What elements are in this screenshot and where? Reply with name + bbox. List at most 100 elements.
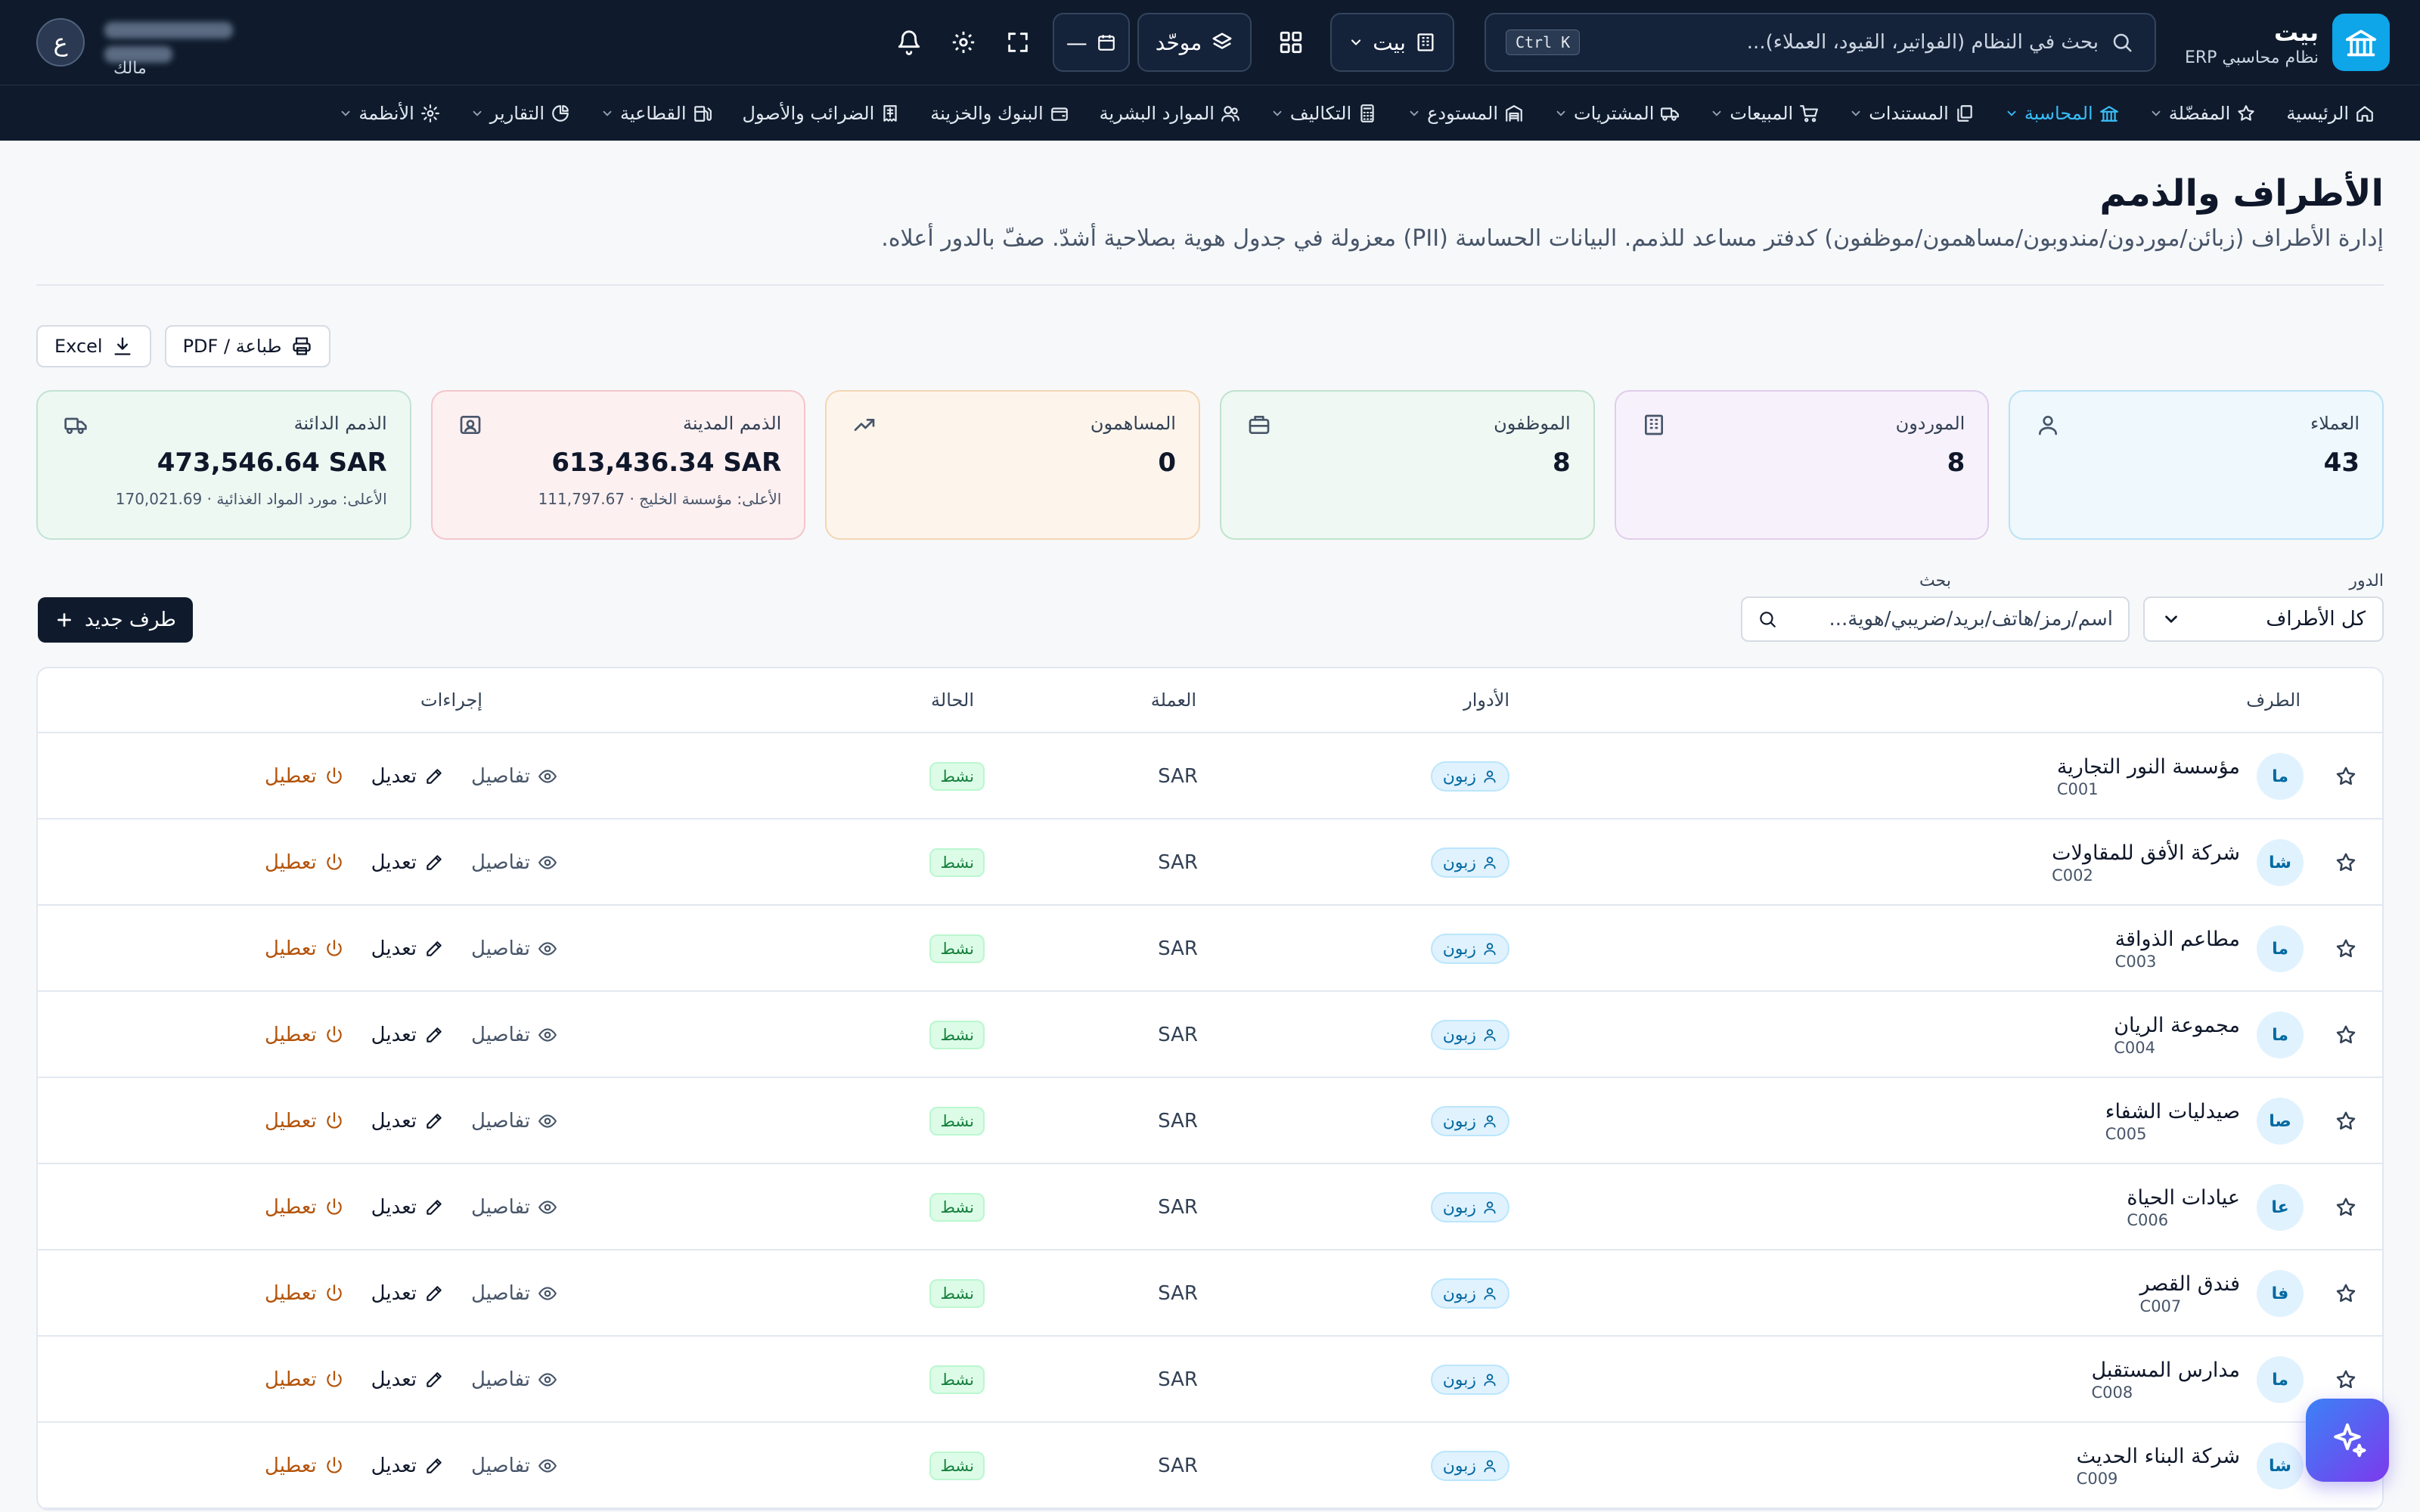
disable-button[interactable]: تعطيل: [265, 1110, 344, 1132]
bell-icon[interactable]: [888, 21, 930, 64]
gear-icon[interactable]: [942, 21, 985, 64]
currency: SAR: [1158, 851, 1198, 874]
party-name[interactable]: فندق القصر: [2140, 1272, 2240, 1296]
table-row[interactable]: صا صيدليات الشفاء C005 زبون SAR نشط تفاصيل تعدي…: [38, 1078, 2382, 1164]
disable-button[interactable]: تعطيل: [265, 1196, 344, 1219]
disable-button[interactable]: تعطيل: [265, 937, 344, 960]
party-name[interactable]: مؤسسة النور التجارية: [2057, 755, 2240, 779]
table-row[interactable]: شا شركة البناء الحديث C009 زبون SAR نشط تفاصيل…: [38, 1423, 2382, 1509]
status-badge: نشط: [929, 1107, 985, 1136]
edit-button[interactable]: تعديل: [371, 1110, 444, 1132]
favorite-star-icon[interactable]: [2329, 733, 2363, 820]
details-button[interactable]: تفاصيل: [471, 1368, 557, 1391]
party-search-field[interactable]: [1741, 596, 2130, 642]
party-name[interactable]: مجموعة الريان: [2114, 1014, 2240, 1037]
party-name[interactable]: صيدليات الشفاء: [2105, 1100, 2240, 1123]
fullscreen-icon[interactable]: [997, 21, 1039, 64]
nav-item-6[interactable]: المستودع: [1392, 85, 1539, 141]
nav-item-4[interactable]: المبيعات: [1695, 85, 1834, 141]
details-button[interactable]: تفاصيل: [471, 1110, 557, 1132]
print-pdf-button[interactable]: طباعة / PDF: [164, 325, 330, 367]
nav-item-10[interactable]: الضرائب والأصول: [728, 85, 916, 141]
table-row[interactable]: ما مؤسسة النور التجارية C001 زبون SAR نشط تفاص…: [38, 733, 2382, 820]
details-button[interactable]: تفاصيل: [471, 851, 557, 874]
star-icon: [2236, 104, 2256, 123]
party-name[interactable]: شركة البناء الحديث: [2077, 1445, 2240, 1468]
edit-button[interactable]: تعديل: [371, 1196, 444, 1219]
new-party-button[interactable]: طرف جديد: [38, 597, 193, 643]
party-name[interactable]: عيادات الحياة: [2127, 1186, 2240, 1210]
disable-button[interactable]: تعطيل: [265, 765, 344, 788]
nav-item-8[interactable]: الموارد البشرية: [1084, 85, 1255, 141]
global-search[interactable]: Ctrl K: [1484, 13, 2156, 72]
stat-value: 8: [1552, 448, 1571, 478]
org-selector[interactable]: بيت: [1330, 13, 1454, 72]
role-badge: زبون: [1430, 1278, 1509, 1309]
excel-export-button[interactable]: Excel: [36, 325, 151, 367]
edit-button[interactable]: تعديل: [371, 765, 444, 788]
table-row[interactable]: ما مدارس المستقبل C008 زبون SAR نشط تفاصيل تعدي…: [38, 1337, 2382, 1423]
nav-item-0[interactable]: الرئيسية: [2271, 85, 2390, 141]
details-button[interactable]: تفاصيل: [471, 937, 557, 960]
nav-item-13[interactable]: الأنظمة: [324, 85, 455, 141]
party-search-input[interactable]: [1788, 608, 2113, 631]
nav-item-3[interactable]: المستندات: [1834, 85, 1990, 141]
nav-item-9[interactable]: البنوك والخزينة: [915, 85, 1084, 141]
role-badge: زبون: [1430, 1020, 1509, 1050]
party-name[interactable]: شركة الأفق للمقاولات: [2052, 841, 2240, 865]
disable-button[interactable]: تعطيل: [265, 1024, 344, 1046]
table-row[interactable]: ما مجموعة الريان C004 زبون SAR نشط تفاصيل تعديل…: [38, 992, 2382, 1078]
apps-grid-icon[interactable]: [1270, 21, 1312, 64]
avatar[interactable]: ع: [36, 18, 85, 67]
favorite-star-icon[interactable]: [2329, 1164, 2363, 1250]
nav-item-11[interactable]: القطاعية: [585, 85, 728, 141]
favorite-star-icon[interactable]: [2329, 820, 2363, 906]
brand[interactable]: بيت نظام محاسبي ERP: [2185, 14, 2390, 71]
details-button[interactable]: تفاصيل: [471, 1455, 557, 1477]
nav-item-7[interactable]: التكاليف: [1255, 85, 1392, 141]
table-row[interactable]: شا شركة الأفق للمقاولات C002 زبون SAR نشط تفاص…: [38, 820, 2382, 906]
details-button[interactable]: تفاصيل: [471, 1024, 557, 1046]
ai-assistant-button[interactable]: [2306, 1399, 2389, 1482]
details-button[interactable]: تفاصيل: [471, 765, 557, 788]
edit-button[interactable]: تعديل: [371, 937, 444, 960]
party-code: C002: [2052, 866, 2093, 885]
disable-label: تعطيل: [265, 851, 317, 874]
details-button[interactable]: تفاصيل: [471, 1196, 557, 1219]
table-row[interactable]: ما مطاعم الذواقة C003 زبون SAR نشط تفاصيل تعديل…: [38, 906, 2382, 992]
stat-subtext: الأعلى: مورد المواد الغذائية · 170,021.6…: [115, 490, 387, 508]
disable-button[interactable]: تعطيل: [265, 851, 344, 874]
role-filter-select[interactable]: كل الأطراف: [2143, 596, 2384, 642]
disable-button[interactable]: تعطيل: [265, 1455, 344, 1477]
party-name[interactable]: مدارس المستقبل: [2091, 1359, 2240, 1382]
home-icon: [2355, 104, 2375, 123]
view-mode-button[interactable]: موحّد: [1137, 13, 1252, 72]
disable-button[interactable]: تعطيل: [265, 1368, 344, 1391]
favorite-star-icon[interactable]: [2329, 992, 2363, 1078]
favorite-star-icon[interactable]: [2329, 1250, 2363, 1337]
party-name[interactable]: مطاعم الذواقة: [2115, 928, 2240, 951]
edit-button[interactable]: تعديل: [371, 1455, 444, 1477]
edit-button[interactable]: تعديل: [371, 1368, 444, 1391]
table-row[interactable]: عا عيادات الحياة C006 زبون SAR نشط تفاصيل تعديل…: [38, 1164, 2382, 1250]
bank-logo-icon: [2332, 14, 2390, 71]
edit-button[interactable]: تعديل: [371, 851, 444, 874]
edit-button[interactable]: تعديل: [371, 1024, 444, 1046]
favorite-star-icon[interactable]: [2329, 906, 2363, 992]
nav-item-2[interactable]: المحاسبة: [1990, 85, 2134, 141]
edit-button[interactable]: تعديل: [371, 1282, 444, 1305]
nav-item-12[interactable]: التقارير: [455, 85, 585, 141]
stat-card: الذمم المدينة 613,436.34 SAR الأعلى: مؤسسة…: [430, 390, 806, 540]
nav-item-5[interactable]: المشتريات: [1539, 85, 1695, 141]
stat-label: الذمم المدينة: [683, 413, 782, 434]
edit-label: تعديل: [371, 937, 417, 960]
disable-button[interactable]: تعطيل: [265, 1282, 344, 1305]
global-search-input[interactable]: [1592, 31, 2099, 54]
date-button[interactable]: —: [1052, 13, 1130, 72]
page-description: إدارة الأطراف (زبائن/موردون/مندوبون/مساه…: [881, 225, 2384, 252]
nav-item-1[interactable]: المفضّلة: [2134, 85, 2272, 141]
favorite-star-icon[interactable]: [2329, 1078, 2363, 1164]
table-row[interactable]: فا فندق القصر C007 زبون SAR نشط تفاصيل تعديل تعط…: [38, 1250, 2382, 1337]
chevron-down-icon: [339, 107, 352, 120]
details-button[interactable]: تفاصيل: [471, 1282, 557, 1305]
